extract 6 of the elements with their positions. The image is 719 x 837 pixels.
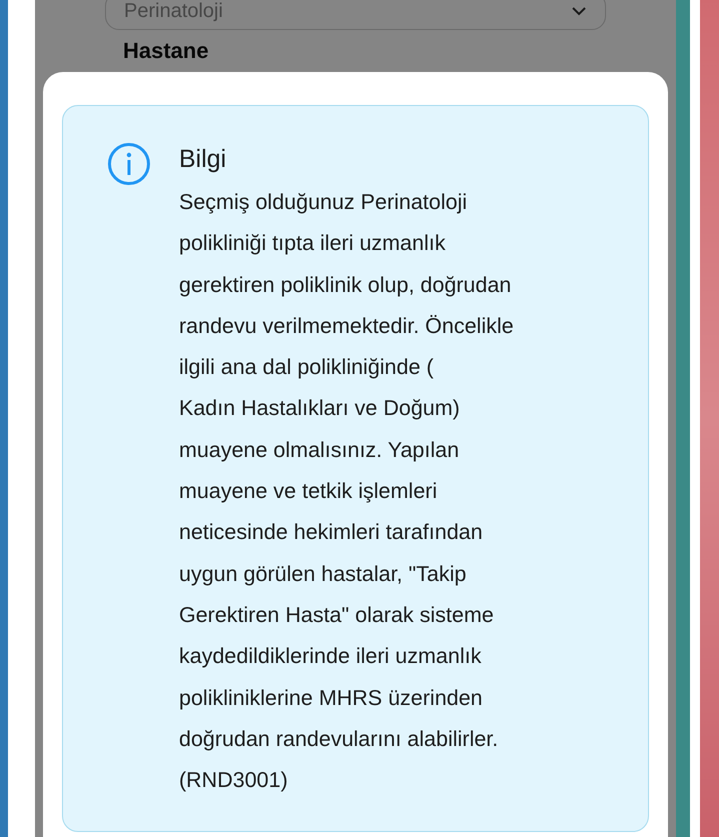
- info-icon: [107, 142, 151, 186]
- alert-message: Seçmiş olduğunuz Perinatoloji polikliniği tıpta ileri uzmanlık gerektiren poliklinik olup, doğrudan randevu verilmemektedir. Öncelikle ilgili ana dal polikliniğinde ( Kadın Hastalıkları ve Doğum) muayene olmalısınız. Yapılan muayene ve tetkik işlemleri neticesinde hekimleri tarafından uygun görülen hastalar, "Takip Gerektiren Hasta" olarak sisteme kaydedildiklerinde ileri uzmanlık polikliniklerine MHRS üzerinden doğrudan randevularını alabilirler. (RND3001): [179, 189, 514, 794]
- alert-title: Bilgi: [179, 145, 228, 174]
- field-label: Hastane: [123, 38, 210, 64]
- dropdown-field[interactable]: Perinatoloji: [105, 0, 606, 30]
- chevron-down-icon: [571, 6, 587, 16]
